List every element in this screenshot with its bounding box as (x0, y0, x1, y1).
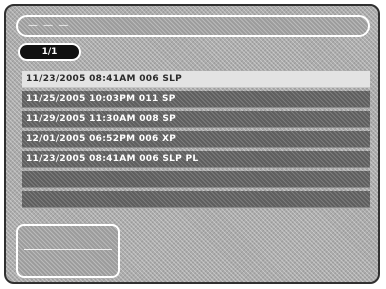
info-box (16, 224, 120, 278)
recording-row-1[interactable]: 11/23/2005 08:41AM 006 SLP (22, 71, 370, 88)
recording-label: 11/29/2005 11:30AM 008 SP (26, 114, 177, 124)
recording-label: 11/23/2005 08:41AM 006 SLP PL (26, 154, 199, 164)
page-indicator-label: 1/1 (41, 47, 58, 57)
title-text: — — — (28, 20, 70, 31)
recording-row-2[interactable]: 11/25/2005 10:03PM 011 SP (22, 91, 370, 108)
title-bar: — — — (16, 15, 370, 37)
recording-row-4[interactable]: 12/01/2005 06:52PM 006 XP (22, 131, 370, 148)
recording-label: 11/23/2005 08:41AM 006 SLP (26, 74, 183, 84)
recording-label: 12/01/2005 06:52PM 006 XP (26, 134, 177, 144)
recording-list: 11/23/2005 08:41AM 006 SLP 11/25/2005 10… (22, 71, 370, 211)
recording-row-3[interactable]: 11/29/2005 11:30AM 008 SP (22, 111, 370, 128)
page-indicator: 1/1 (18, 43, 81, 61)
recording-label: 11/25/2005 10:03PM 011 SP (26, 94, 176, 104)
empty-row-6 (22, 171, 370, 188)
recording-row-5[interactable]: 11/23/2005 08:41AM 006 SLP PL (22, 151, 370, 168)
playlist-screen: — — — 1/1 11/23/2005 08:41AM 006 SLP 11/… (4, 4, 380, 284)
empty-row-7 (22, 191, 370, 208)
info-divider (24, 249, 112, 250)
